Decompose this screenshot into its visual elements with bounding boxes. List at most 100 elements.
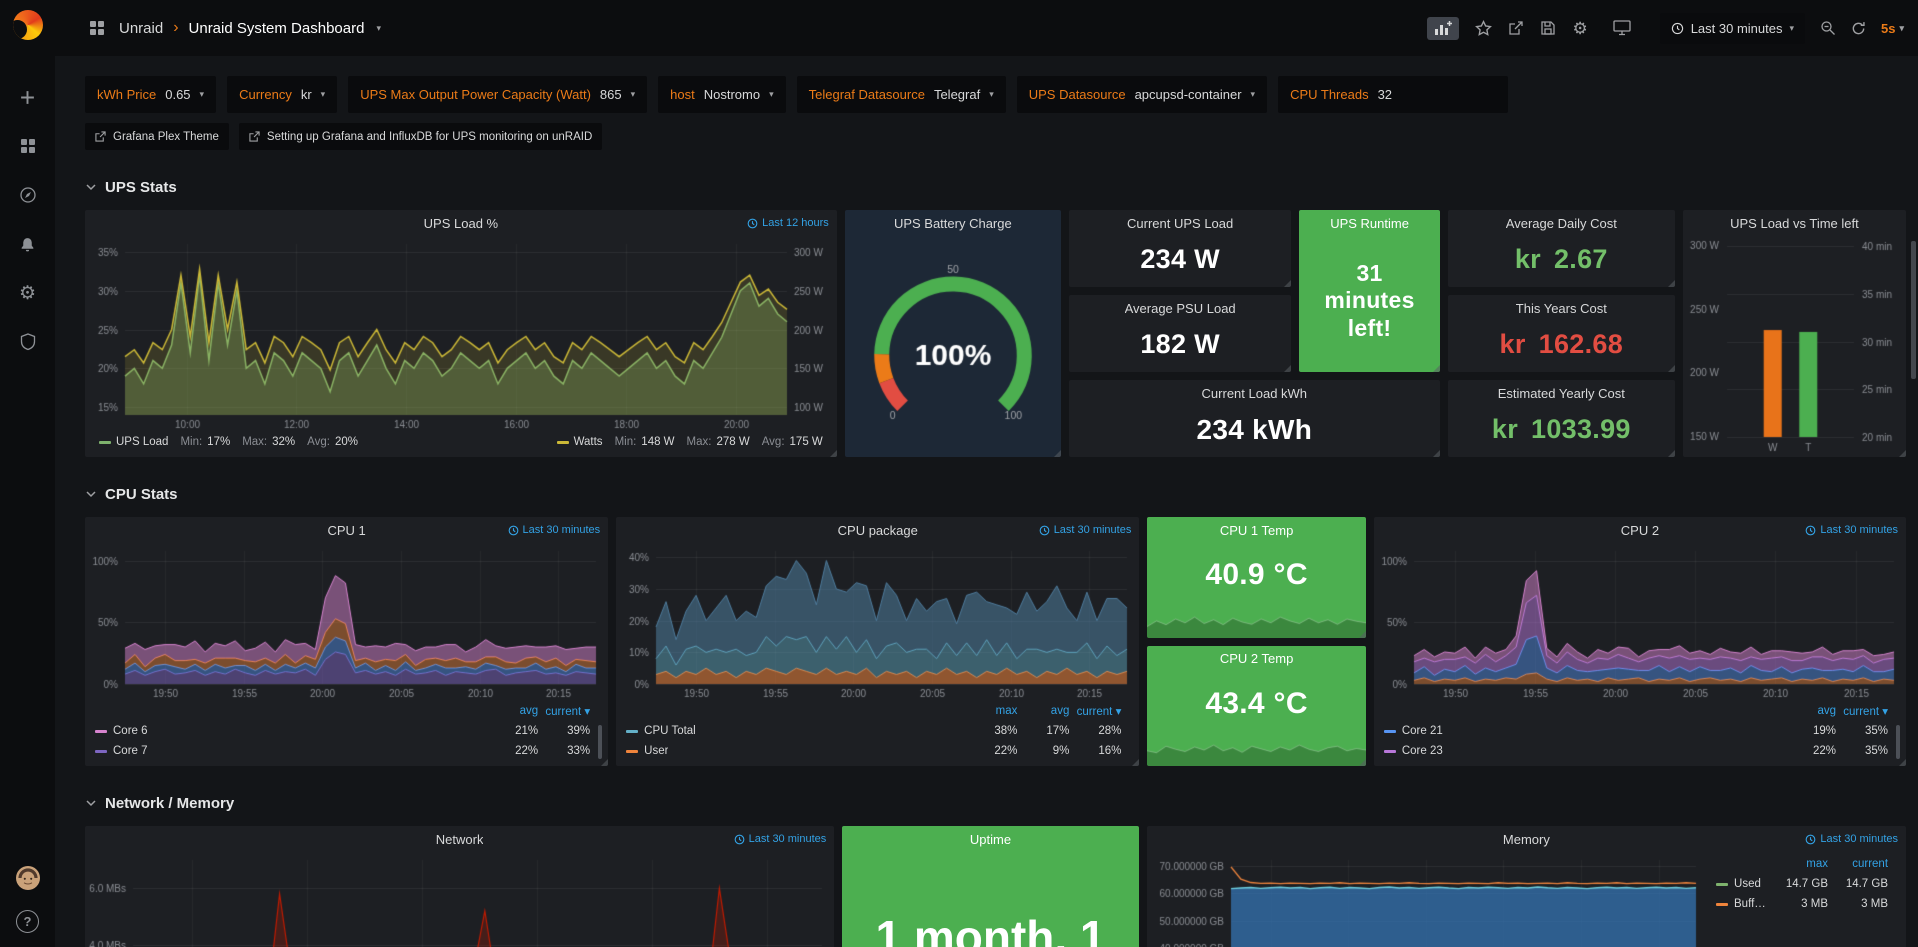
- sidebar-item-explore[interactable]: [16, 184, 40, 206]
- legend-scrollbar[interactable]: [598, 725, 602, 759]
- sidebar-item-configuration[interactable]: ⚙: [16, 282, 40, 304]
- time-badge[interactable]: Last 30 minutes: [1805, 524, 1898, 536]
- legend-header-current[interactable]: current ▾: [538, 704, 590, 718]
- legend-series-ups-load[interactable]: UPS LoadMin:17%Max:32%Avg:20%: [99, 436, 358, 448]
- panel-average-daily-cost: Average Daily Cost kr2.67: [1448, 210, 1675, 287]
- legend-header-max[interactable]: max: [965, 705, 1017, 717]
- dashboard-switcher-caret[interactable]: ▾: [376, 23, 381, 34]
- dashboards-grid-icon: [20, 138, 36, 154]
- variable-host[interactable]: hostNostromo▾: [658, 76, 785, 113]
- panel-title[interactable]: UPS Load %: [424, 216, 498, 231]
- breadcrumb-folder[interactable]: Unraid: [119, 20, 163, 37]
- graph-legend: maxcurrentUsed14.7 GB14.7 GBBuffered3 MB…: [1706, 852, 1906, 947]
- panel-cpu1-graph: CPU 1 Last 30 minutes avgcurrent ▾ Core 6…: [85, 517, 608, 766]
- share-button[interactable]: [1508, 20, 1524, 36]
- legend-series-used[interactable]: Used: [1716, 878, 1768, 890]
- panel-title[interactable]: Network: [436, 832, 484, 847]
- star-button[interactable]: [1475, 20, 1492, 37]
- sidebar: ⚙ ?: [0, 0, 55, 947]
- time-badge[interactable]: Last 30 minutes: [734, 833, 827, 845]
- cpu-package-graph[interactable]: [616, 543, 1139, 701]
- legend-series-core-6[interactable]: Core 6: [95, 725, 486, 737]
- legend-series-core-23[interactable]: Core 23: [1384, 745, 1784, 757]
- breadcrumb-dashboard-title[interactable]: Unraid System Dashboard: [189, 20, 365, 37]
- panel-cpu-package-graph: CPU package Last 30 minutes maxavgcurren…: [616, 517, 1139, 766]
- panel-title[interactable]: Current UPS Load: [1127, 216, 1233, 231]
- dashboard-settings-button[interactable]: ⚙: [1572, 20, 1587, 37]
- dashboard-link[interactable]: Setting up Grafana and InfluxDB for UPS …: [239, 123, 602, 150]
- legend-series-watts[interactable]: WattsMin:148 WMax:278 WAvg:175 W: [557, 436, 823, 448]
- legend-header-avg[interactable]: avg: [1017, 705, 1069, 717]
- user-avatar[interactable]: [16, 863, 40, 893]
- sidebar-item-dashboards[interactable]: [16, 135, 40, 157]
- legend-series-core-21[interactable]: Core 21: [1384, 725, 1784, 737]
- navbar-actions: ⚙ Last 30 minutes ▾ 5s▾: [1427, 13, 1904, 44]
- save-button[interactable]: [1540, 20, 1556, 36]
- stat-value: 234 W: [1069, 236, 1292, 287]
- time-range-picker[interactable]: Last 30 minutes ▾: [1660, 13, 1805, 44]
- ups-load-graph[interactable]: [85, 236, 837, 432]
- page-scrollbar[interactable]: [1911, 241, 1916, 379]
- panel-title[interactable]: Average Daily Cost: [1506, 216, 1617, 231]
- variable-kwh-price[interactable]: kWh Price0.65▾: [85, 76, 216, 113]
- variable-currency[interactable]: Currencykr▾: [227, 76, 337, 113]
- row-header-cpu-stats[interactable]: CPU Stats: [85, 483, 1906, 505]
- legend-series-buffered[interactable]: Buffered: [1716, 898, 1768, 910]
- panel-title[interactable]: CPU 2: [1621, 523, 1659, 538]
- panel-network-graph: Network Last 30 minutes: [85, 826, 834, 947]
- battery-gauge: [845, 236, 1061, 457]
- panel-title[interactable]: Uptime: [970, 832, 1011, 847]
- panel-title[interactable]: Estimated Yearly Cost: [1498, 386, 1625, 401]
- row-header-network-memory[interactable]: Network / Memory: [85, 792, 1906, 814]
- zoom-out-button[interactable]: [1820, 20, 1836, 36]
- sidebar-item-alerting[interactable]: [16, 233, 40, 255]
- panel-title[interactable]: CPU 2 Temp: [1220, 651, 1293, 666]
- time-badge[interactable]: Last 30 minutes: [1039, 524, 1132, 536]
- refresh-button[interactable]: [1851, 21, 1866, 36]
- legend-header-current[interactable]: current ▾: [1836, 704, 1888, 718]
- memory-graph[interactable]: [1147, 852, 1706, 947]
- help-button[interactable]: ?: [16, 909, 40, 933]
- panel-title[interactable]: CPU 1 Temp: [1220, 523, 1293, 538]
- legend-series-user[interactable]: User: [626, 745, 965, 757]
- time-badge[interactable]: Last 12 hours: [747, 217, 829, 229]
- panel-estimated-yearly-cost: Estimated Yearly Cost kr1033.99: [1448, 380, 1675, 457]
- legend-scrollbar[interactable]: [1896, 725, 1900, 759]
- panel-title[interactable]: This Years Cost: [1516, 301, 1607, 316]
- panel-title[interactable]: CPU 1: [327, 523, 365, 538]
- panel-title[interactable]: UPS Battery Charge: [894, 216, 1012, 231]
- panel-title[interactable]: UPS Runtime: [1330, 216, 1409, 231]
- variable-ups-datasource[interactable]: UPS Datasourceapcupsd-container▾: [1017, 76, 1267, 113]
- panel-title[interactable]: CPU package: [838, 523, 918, 538]
- legend-header-avg[interactable]: avg: [1784, 705, 1836, 717]
- time-badge[interactable]: Last 30 minutes: [1805, 833, 1898, 845]
- panel-title[interactable]: UPS Load vs Time left: [1730, 216, 1859, 231]
- cycle-view-button[interactable]: [1613, 20, 1631, 36]
- variable-cpu-threads[interactable]: CPU Threads32: [1278, 76, 1508, 113]
- add-panel-button[interactable]: [1427, 17, 1459, 40]
- cpu1-graph[interactable]: [85, 543, 608, 701]
- legend-series-cpu-total[interactable]: CPU Total: [626, 725, 965, 737]
- cpu-panels-row: CPU 1 Last 30 minutes avgcurrent ▾Core 6…: [85, 517, 1906, 766]
- sidebar-item-server-admin[interactable]: [16, 331, 40, 353]
- dashboard-link[interactable]: Grafana Plex Theme: [85, 123, 229, 150]
- legend-header-max[interactable]: max: [1768, 858, 1828, 870]
- legend-series-core-7[interactable]: Core 7: [95, 745, 486, 757]
- dashboard-grid-icon[interactable]: [85, 17, 109, 39]
- row-header-ups-stats[interactable]: UPS Stats: [85, 176, 1906, 198]
- network-graph[interactable]: [85, 852, 834, 947]
- cpu2-graph[interactable]: [1374, 543, 1906, 701]
- create-button[interactable]: [16, 86, 40, 108]
- grafana-logo[interactable]: [13, 10, 43, 40]
- legend-header-current[interactable]: current ▾: [1069, 704, 1121, 718]
- panel-title[interactable]: Average PSU Load: [1125, 301, 1236, 316]
- refresh-interval-picker[interactable]: 5s▾: [1881, 21, 1904, 36]
- row-title: UPS Stats: [105, 179, 177, 196]
- legend-header-current[interactable]: current: [1828, 858, 1888, 870]
- panel-title[interactable]: Current Load kWh: [1202, 386, 1308, 401]
- variable-telegraf-datasource[interactable]: Telegraf DatasourceTelegraf▾: [797, 76, 1006, 113]
- legend-header-avg[interactable]: avg: [486, 705, 538, 717]
- time-badge[interactable]: Last 30 minutes: [508, 524, 601, 536]
- panel-title[interactable]: Memory: [1503, 832, 1550, 847]
- variable-ups-max-output-power-capacity-watt-[interactable]: UPS Max Output Power Capacity (Watt)865▾: [348, 76, 647, 113]
